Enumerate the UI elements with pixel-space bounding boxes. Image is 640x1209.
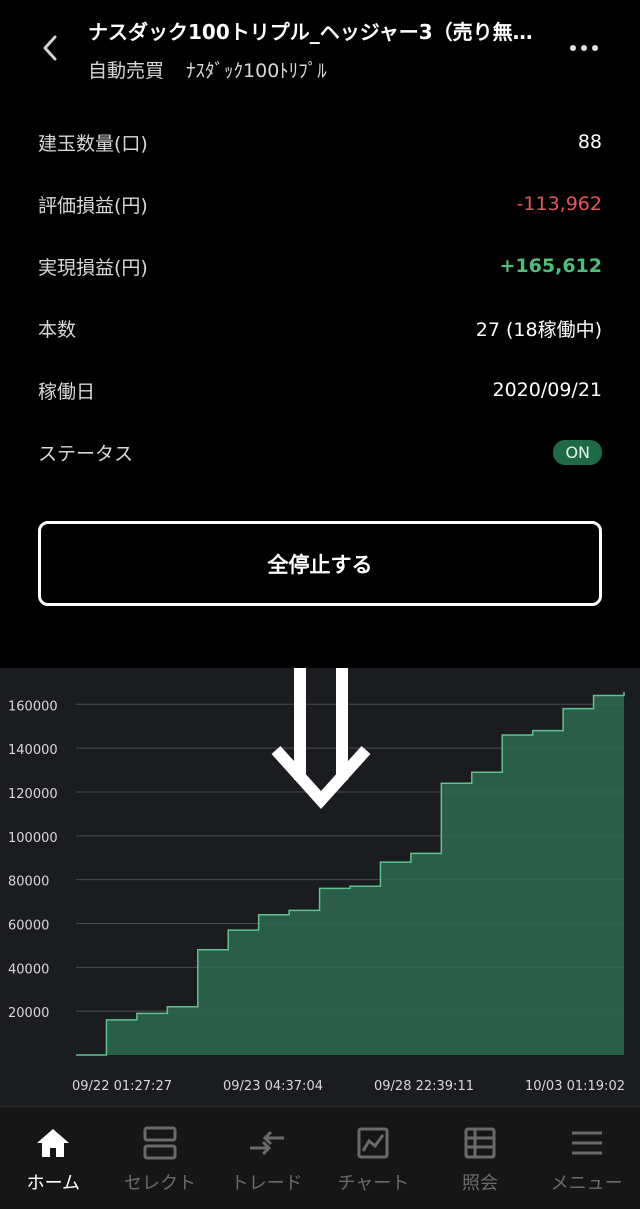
x-tick-label: 09/22 01:27:27: [72, 1079, 172, 1094]
bottom-nav: ホーム セレクト トレード チャート 照会 メニュー: [0, 1106, 640, 1209]
chart-icon: [353, 1125, 393, 1161]
page-subtitle: 自動売買 ﾅｽﾀﾞｯｸ100ﾄﾘﾌﾟﾙ: [88, 56, 327, 83]
info-value: -113,962: [516, 193, 602, 215]
y-tick-label: 140000: [8, 743, 58, 758]
nav-label: チャート: [337, 1173, 410, 1194]
info-label: 実現損益(円): [38, 256, 148, 279]
info-row-status: ステータス ON: [38, 432, 602, 472]
info-row-realized-pl: 実現損益(円) +165,612: [38, 246, 602, 286]
nav-item-home[interactable]: ホーム: [0, 1107, 107, 1209]
x-tick-label: 10/03 01:19:02: [525, 1079, 625, 1094]
pl-chart-svg: 20000 40000 60000 80000 100000 120000 140000 16…: [8, 668, 625, 1094]
info-row-position-qty: 建玉数量(口) 88: [38, 122, 602, 162]
info-value: 2020/09/21: [492, 379, 602, 401]
x-tick-label: 09/28 22:39:11: [374, 1079, 474, 1094]
pl-chart: 20000 40000 60000 80000 100000 120000 140000 16…: [0, 668, 640, 1106]
nav-item-menu[interactable]: メニュー: [533, 1107, 640, 1209]
subtitle-name: ﾅｽﾀﾞｯｸ100ﾄﾘﾌﾟﾙ: [186, 60, 327, 82]
nav-item-select[interactable]: セレクト: [107, 1107, 214, 1209]
info-row-count: 本数 27 (18稼働中): [38, 308, 602, 348]
info-row-start-date: 稼働日 2020/09/21: [38, 370, 602, 410]
info-row-unrealized-pl: 評価損益(円) -113,962: [38, 184, 602, 224]
nav-item-chart[interactable]: チャート: [320, 1107, 427, 1209]
page-title: ナスダック100トリプル_ヘッジャー3（売り無…: [88, 20, 533, 44]
y-tick-label: 80000: [8, 875, 49, 890]
inquiry-icon: [460, 1125, 500, 1161]
nav-label: メニュー: [550, 1173, 623, 1194]
info-label: 評価損益(円): [38, 194, 148, 217]
nav-item-inquiry[interactable]: 照会: [427, 1107, 534, 1209]
subtitle-type: 自動売買: [88, 60, 165, 82]
select-icon: [140, 1125, 180, 1161]
pl-area: [76, 692, 624, 1055]
header: ナスダック100トリプル_ヘッジャー3（売り無… 自動売買 ﾅｽﾀﾞｯｸ100ﾄﾘ…: [0, 0, 640, 100]
more-vertical-icon: [570, 45, 598, 51]
status-badge[interactable]: ON: [553, 439, 602, 465]
info-label: ステータス: [38, 442, 134, 465]
home-icon: [33, 1125, 73, 1161]
trade-icon: [247, 1125, 287, 1161]
stop-all-button[interactable]: 全停止する: [38, 521, 602, 606]
nav-item-trade[interactable]: トレード: [213, 1107, 320, 1209]
info-value: 27 (18稼働中): [475, 318, 602, 341]
y-tick-label: 120000: [8, 787, 58, 802]
info-value: 88: [577, 131, 602, 153]
y-tick-label: 20000: [8, 1006, 49, 1021]
nav-label: トレード: [230, 1173, 303, 1194]
info-label: 稼働日: [38, 380, 96, 403]
nav-label: 照会: [462, 1173, 499, 1194]
menu-icon: [567, 1125, 607, 1161]
chevron-left-icon: [43, 35, 57, 61]
y-tick-label: 100000: [8, 831, 58, 846]
info-value: +165,612: [499, 255, 602, 277]
x-tick-label: 09/23 04:37:04: [223, 1079, 323, 1094]
y-tick-label: 40000: [8, 962, 49, 977]
info-label: 建玉数量(口): [38, 132, 148, 155]
nav-label: セレクト: [124, 1173, 196, 1194]
back-button[interactable]: [30, 28, 70, 68]
more-button[interactable]: [562, 28, 606, 68]
y-tick-label: 60000: [8, 918, 49, 933]
down-arrow-icon: [271, 668, 371, 809]
y-tick-label: 160000: [8, 699, 58, 714]
info-label: 本数: [38, 318, 77, 341]
nav-label: ホーム: [26, 1173, 81, 1194]
